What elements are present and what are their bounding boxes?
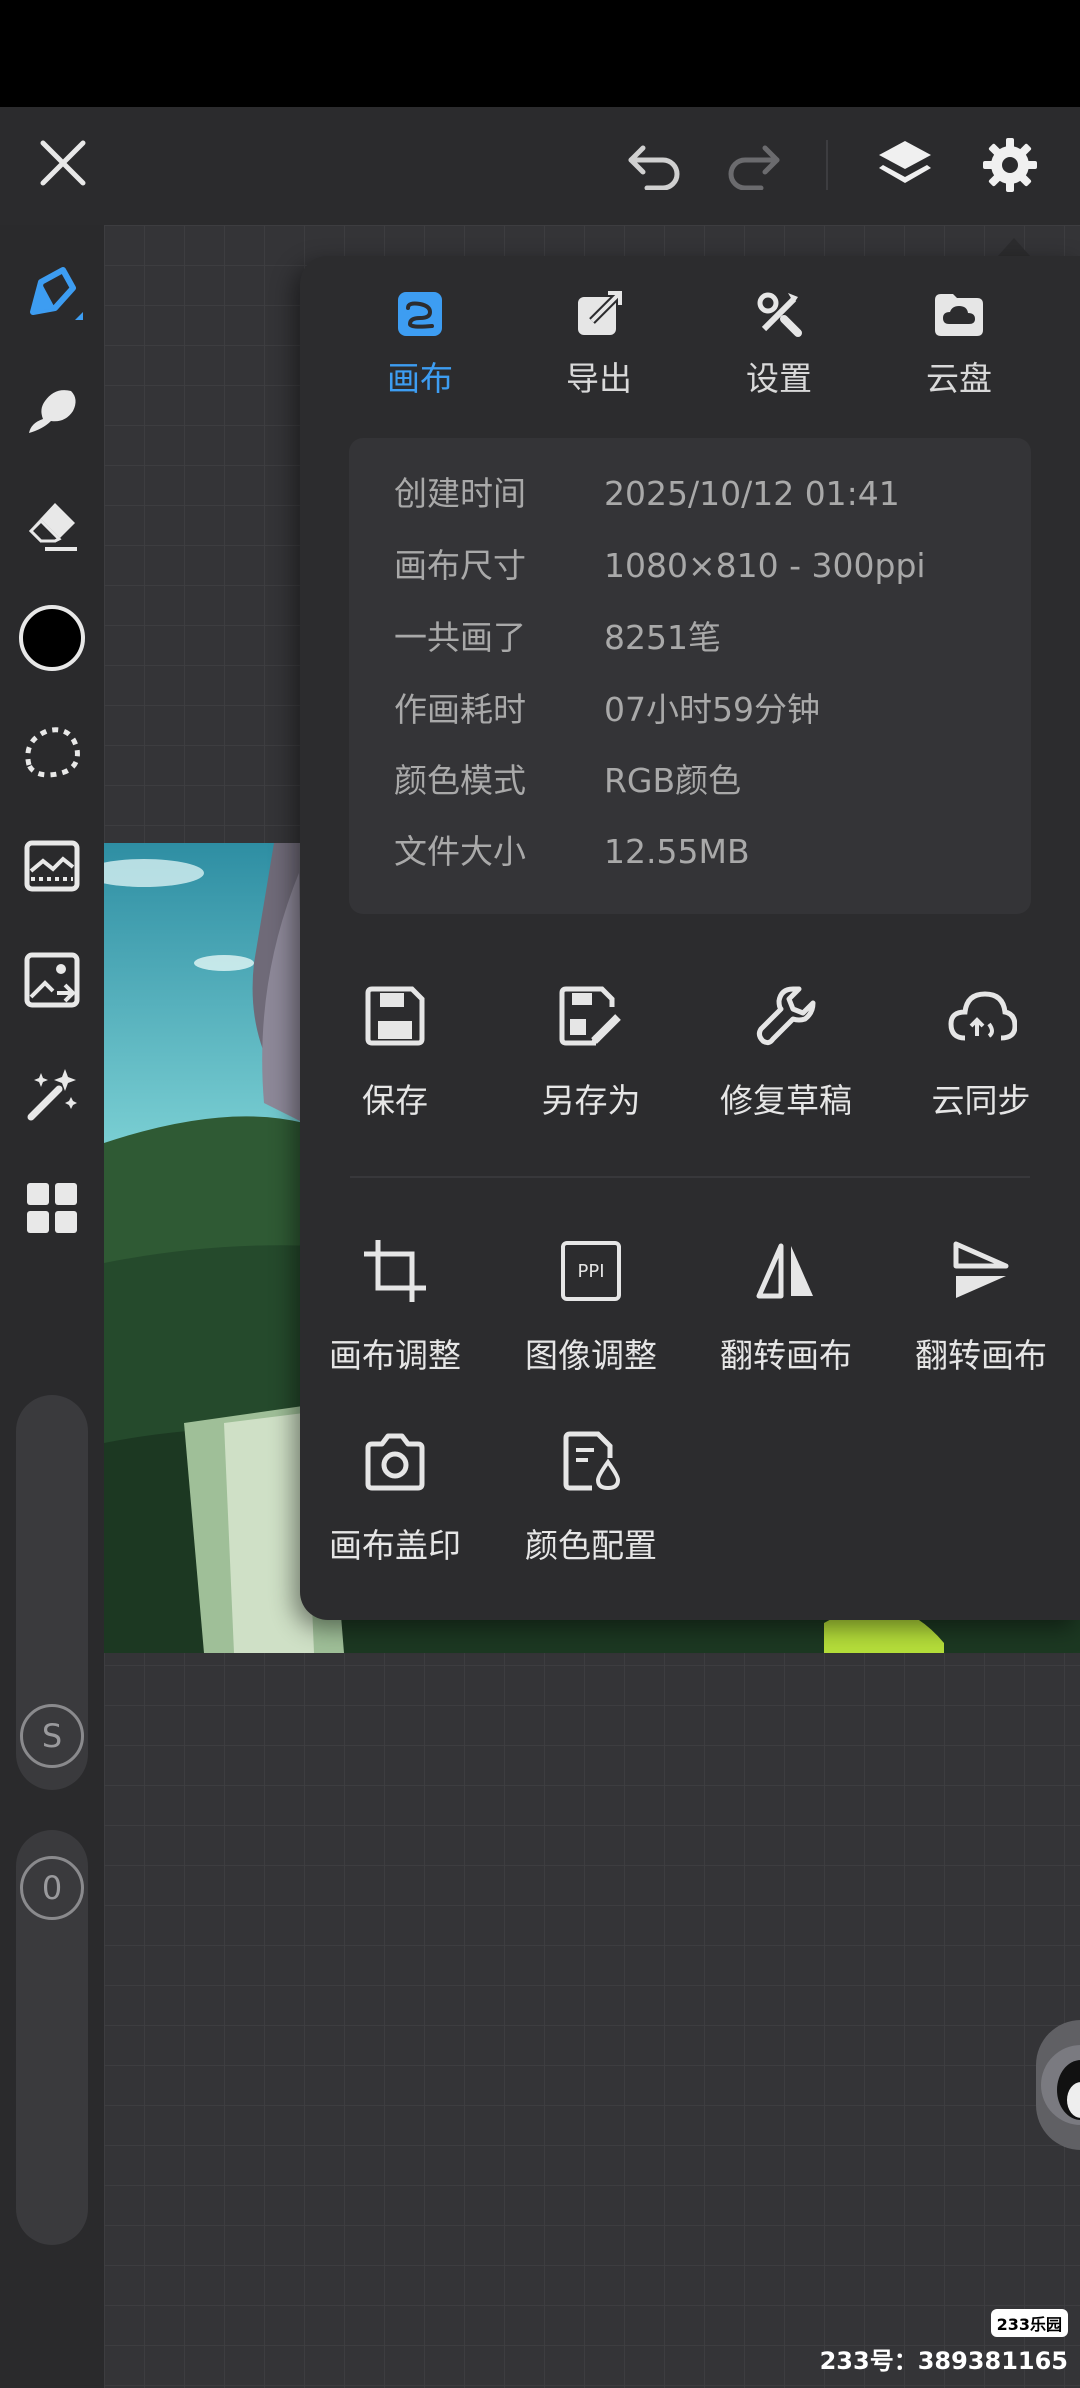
- action-label: 翻转画布: [915, 1336, 1047, 1375]
- tab-settings[interactable]: 设置: [704, 286, 854, 416]
- action-label: 翻转画布: [720, 1336, 852, 1375]
- canvas-icon: [392, 286, 448, 342]
- info-value: 2025/10/12 01:41: [604, 474, 900, 513]
- image-adjust-button[interactable]: PPI 图像调整: [496, 1231, 686, 1411]
- tools-icon: [751, 286, 807, 342]
- info-value: 1080×810 - 300ppi: [604, 546, 926, 585]
- info-key: 一共画了: [394, 618, 526, 657]
- action-label: 画布盖印: [329, 1526, 461, 1565]
- camera-icon: [355, 1421, 435, 1501]
- save-as-icon: [551, 976, 631, 1056]
- info-row-created: 创建时间 2025/10/12 01:41: [394, 464, 1014, 524]
- tab-label: 导出: [566, 359, 632, 398]
- canvas-menu-panel: 画布 导出 设置 云盘 创建时间 2025/10/12 01:41 画布尺寸 1…: [300, 256, 1080, 1620]
- info-row-time: 作画耗时 07小时59分钟: [394, 680, 1014, 740]
- info-key: 文件大小: [394, 832, 526, 871]
- info-value: 07小时59分钟: [604, 690, 820, 729]
- canvas-info-box: 创建时间 2025/10/12 01:41 画布尺寸 1080×810 - 30…: [349, 438, 1031, 914]
- repair-draft-button[interactable]: 修复草稿: [691, 976, 881, 1156]
- wrench-icon: [746, 976, 826, 1056]
- status-bar: [0, 0, 1080, 107]
- flip-horizontal-button[interactable]: 翻转画布: [691, 1231, 881, 1411]
- color-config-icon: [551, 1421, 631, 1501]
- canvas-stamp-button[interactable]: 画布盖印: [300, 1421, 490, 1601]
- info-row-color-mode: 颜色模式 RGB颜色: [394, 751, 1014, 811]
- section-divider: [350, 1176, 1030, 1178]
- info-key: 创建时间: [394, 474, 526, 513]
- canvas-adjust-button[interactable]: 画布调整: [300, 1231, 490, 1411]
- magic-wand-icon[interactable]: [12, 1054, 92, 1134]
- info-key: 作画耗时: [394, 690, 526, 729]
- toolbar-divider: [826, 140, 828, 190]
- size-slider-label: S: [41, 1717, 63, 1755]
- flip-vertical-icon: [941, 1231, 1021, 1311]
- info-row-size: 画布尺寸 1080×810 - 300ppi: [394, 536, 1014, 596]
- cloud-sync-icon: [941, 976, 1021, 1056]
- settings-icon[interactable]: [975, 130, 1045, 200]
- tab-label: 设置: [746, 359, 812, 398]
- action-label: 图像调整: [525, 1336, 657, 1375]
- import-image-icon[interactable]: [12, 940, 92, 1020]
- action-label: 颜色配置: [525, 1526, 657, 1565]
- size-slider-handle[interactable]: S: [20, 1704, 84, 1768]
- info-value: 8251笔: [604, 618, 721, 657]
- action-label: 保存: [362, 1081, 428, 1120]
- info-key: 画布尺寸: [394, 546, 526, 585]
- flip-horizontal-icon: [746, 1231, 826, 1311]
- save-icon: [355, 976, 435, 1056]
- layers-icon[interactable]: [870, 130, 940, 200]
- tab-export[interactable]: 导出: [524, 286, 674, 416]
- smudge-icon[interactable]: [12, 370, 92, 450]
- flip-vertical-button[interactable]: 翻转画布: [886, 1231, 1076, 1411]
- save-button[interactable]: 保存: [300, 976, 490, 1156]
- opacity-slider-handle[interactable]: 0: [20, 1856, 84, 1920]
- ppi-icon-text: PPI: [577, 1260, 605, 1282]
- color-config-button[interactable]: 颜色配置: [496, 1421, 686, 1601]
- undo-icon[interactable]: [620, 132, 690, 198]
- tab-canvas[interactable]: 画布: [345, 286, 495, 416]
- watermark-id: 233号：389381165: [819, 2347, 1068, 2375]
- watermark-logo: 233乐园: [990, 2309, 1068, 2337]
- lasso-icon[interactable]: [12, 712, 92, 792]
- panel-pointer: [998, 238, 1030, 256]
- watermark: 233乐园 233号：389381165: [820, 2309, 1068, 2376]
- action-label: 云同步: [931, 1081, 1031, 1120]
- opacity-slider-label: 0: [41, 1869, 63, 1907]
- crop-icon: [355, 1231, 435, 1311]
- action-label: 另存为: [541, 1081, 641, 1120]
- tab-label: 云盘: [926, 359, 992, 398]
- color-swatch[interactable]: [12, 598, 92, 678]
- info-value: 12.55MB: [604, 832, 750, 871]
- action-label: 修复草稿: [720, 1081, 852, 1120]
- save-as-button[interactable]: 另存为: [496, 976, 686, 1156]
- filter-icon[interactable]: [12, 826, 92, 906]
- eraser-icon[interactable]: [12, 484, 92, 564]
- info-value: RGB颜色: [604, 761, 742, 800]
- export-icon: [571, 286, 627, 342]
- action-label: 画布调整: [329, 1336, 461, 1375]
- cloud-sync-button[interactable]: 云同步: [886, 976, 1076, 1156]
- info-row-file-size: 文件大小 12.55MB: [394, 822, 1014, 882]
- info-key: 颜色模式: [394, 761, 526, 800]
- cloud-drive-icon: [931, 286, 987, 342]
- tab-cloud-drive[interactable]: 云盘: [884, 286, 1034, 416]
- close-icon[interactable]: [30, 130, 96, 196]
- info-row-strokes: 一共画了 8251笔: [394, 608, 1014, 668]
- tab-label: 画布: [387, 359, 453, 398]
- redo-icon[interactable]: [718, 132, 788, 198]
- ppi-icon: PPI: [551, 1231, 631, 1311]
- grid-menu-icon[interactable]: [12, 1168, 92, 1248]
- brush-icon[interactable]: [12, 255, 92, 335]
